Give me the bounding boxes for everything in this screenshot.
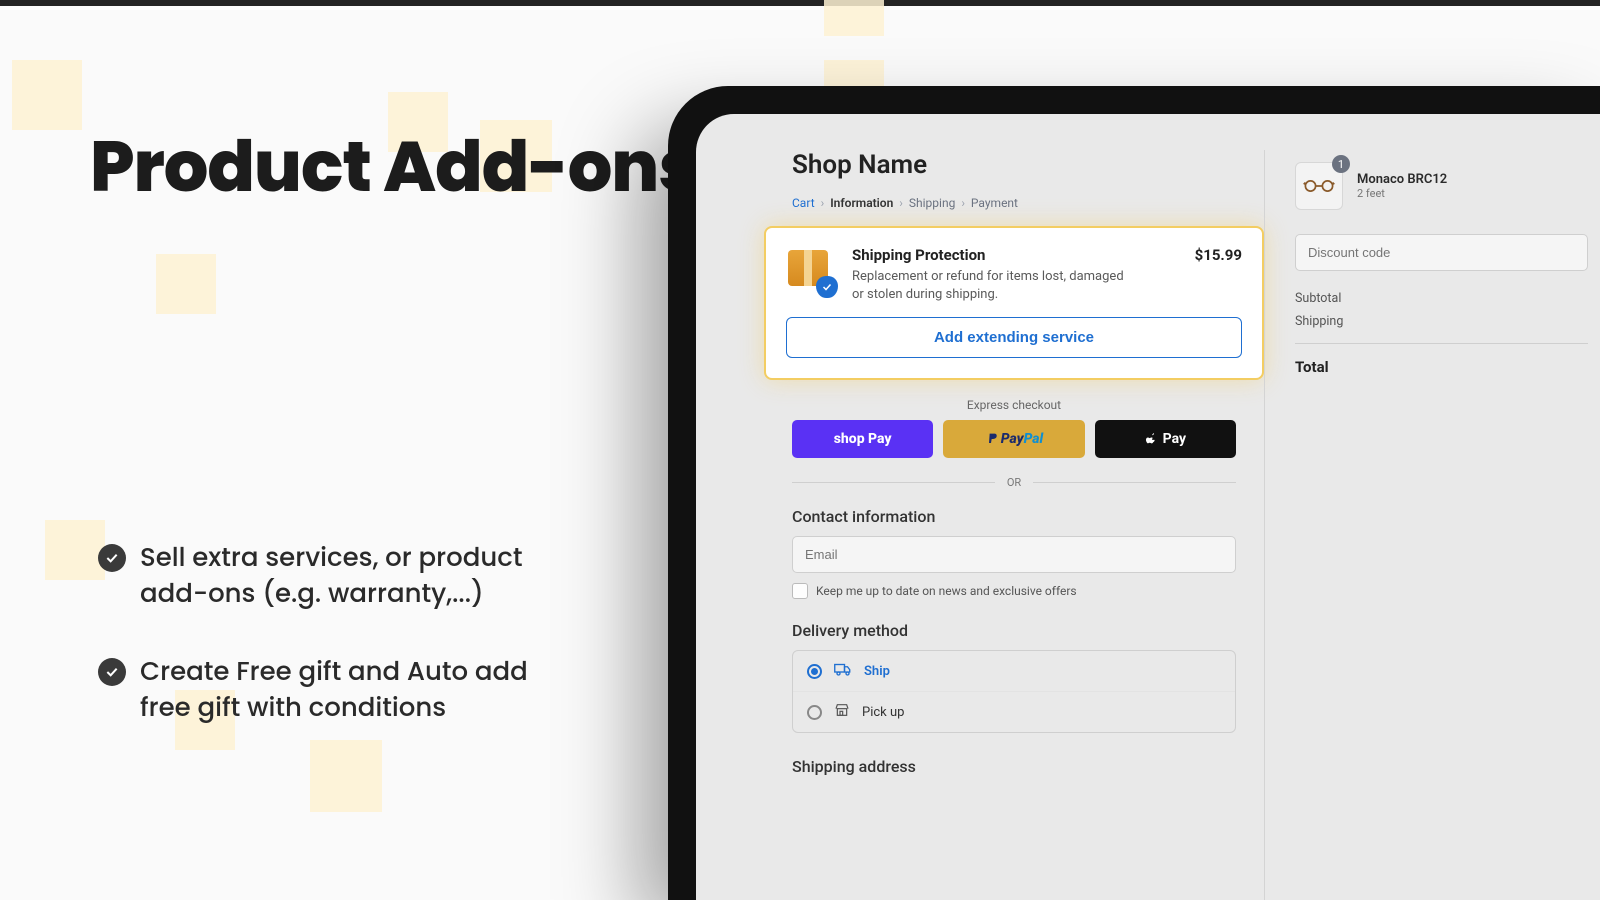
breadcrumb-payment: Payment	[971, 196, 1018, 210]
shop-pay-button[interactable]: shop Pay	[792, 420, 933, 458]
glasses-icon	[1302, 179, 1336, 193]
check-icon	[98, 544, 126, 572]
apple-icon	[1145, 432, 1159, 446]
apple-pay-button[interactable]: Pay	[1095, 420, 1236, 458]
delivery-option-ship[interactable]: Ship	[793, 651, 1235, 691]
delivery-method-heading: Delivery method	[792, 621, 1236, 640]
shipping-address-heading: Shipping address	[792, 757, 1236, 776]
addon-title: Shipping Protection	[852, 246, 1177, 264]
total-label: Total	[1295, 358, 1329, 376]
cart-item-qty-badge: 1	[1332, 155, 1350, 173]
breadcrumb-shipping: Shipping	[909, 196, 955, 210]
truck-icon	[834, 662, 852, 680]
newsletter-label: Keep me up to date on news and exclusive…	[816, 584, 1077, 598]
chevron-right-icon: ›	[961, 196, 965, 210]
shop-name: Shop Name	[792, 150, 1236, 180]
radio-unselected-icon	[807, 705, 822, 720]
radio-selected-icon	[807, 664, 822, 679]
newsletter-checkbox[interactable]	[792, 583, 808, 599]
delivery-option-pickup[interactable]: Pick up	[793, 691, 1235, 732]
addon-description: Replacement or refund for items lost, da…	[852, 268, 1132, 303]
paypal-button[interactable]: PayPal	[943, 420, 1084, 458]
breadcrumb-cart[interactable]: Cart	[792, 196, 815, 210]
addon-price: $15.99	[1195, 246, 1242, 264]
add-extending-service-button[interactable]: Add extending service	[786, 317, 1242, 358]
subtotal-label: Subtotal	[1295, 291, 1341, 306]
store-icon	[834, 703, 850, 721]
bullet-text: Create Free gift and Auto add free gift …	[140, 654, 578, 726]
breadcrumb-information: Information	[830, 196, 893, 210]
cart-item-name: Monaco BRC12	[1357, 172, 1447, 187]
package-shield-icon	[786, 246, 834, 294]
breadcrumb: Cart › Information › Shipping › Payment	[792, 196, 1236, 210]
addon-card: Shipping Protection Replacement or refun…	[764, 226, 1264, 380]
express-checkout-label: Express checkout	[792, 398, 1236, 412]
bullet-text: Sell extra services, or product add-ons …	[140, 540, 578, 612]
chevron-right-icon: ›	[899, 196, 903, 210]
or-divider: OR	[792, 476, 1236, 489]
hero-bullets: Sell extra services, or product add-ons …	[98, 540, 578, 768]
cart-item: 1 Monaco BRC12 2 feet	[1295, 162, 1588, 210]
check-icon	[98, 658, 126, 686]
device-frame: Shop Name Cart › Information › Shipping …	[668, 86, 1600, 900]
email-field[interactable]	[792, 536, 1236, 573]
hero-title: Product Add-ons	[90, 114, 697, 220]
cart-item-thumbnail: 1	[1295, 162, 1343, 210]
cart-item-variant: 2 feet	[1357, 187, 1447, 200]
discount-code-input[interactable]	[1295, 234, 1588, 271]
chevron-right-icon: ›	[821, 196, 825, 210]
shipping-label: Shipping	[1295, 314, 1343, 329]
contact-information-heading: Contact information	[792, 507, 1236, 526]
paypal-icon	[985, 431, 1001, 447]
